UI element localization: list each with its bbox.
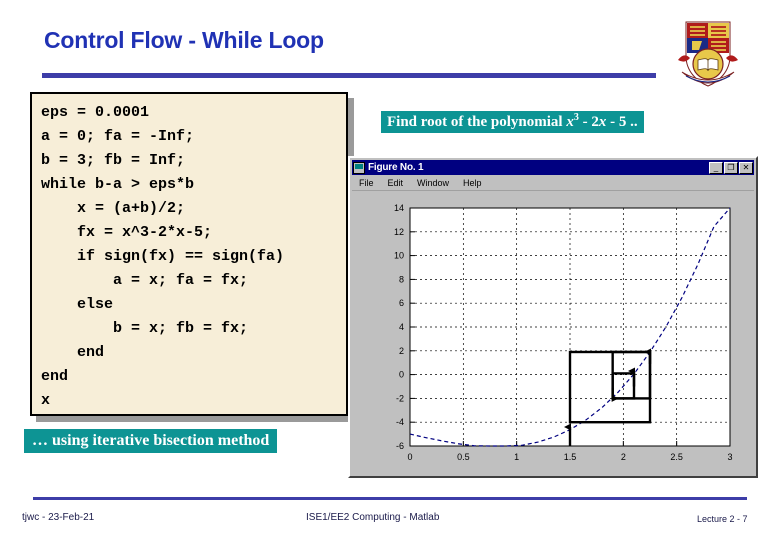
title-divider xyxy=(42,73,656,78)
figure-menubar: File Edit Window Help xyxy=(352,176,754,191)
page-title: Control Flow - While Loop xyxy=(44,27,324,53)
crest-svg xyxy=(678,21,738,87)
imperial-college-crest-logo xyxy=(672,16,744,94)
svg-text:4: 4 xyxy=(399,322,404,332)
footer-divider xyxy=(33,497,747,500)
svg-text:1.5: 1.5 xyxy=(564,452,577,462)
svg-text:0.5: 0.5 xyxy=(457,452,470,462)
svg-text:-6: -6 xyxy=(396,441,404,451)
svg-text:6: 6 xyxy=(399,298,404,308)
callout-bisection: … using iterative bisection method xyxy=(24,429,278,453)
svg-text:12: 12 xyxy=(394,227,404,237)
svg-text:14: 14 xyxy=(394,203,404,213)
figure-titlebar[interactable]: Figure No. 1 _ ❐ ✕ xyxy=(352,160,754,175)
svg-text:10: 10 xyxy=(394,251,404,261)
x-axis-tick-labels: 0 0.5 1 1.5 2 2.5 3 xyxy=(407,452,732,462)
callout-polynomial-var1: x xyxy=(566,114,574,130)
footer-lecture: Lecture 2 - 7 xyxy=(697,514,748,524)
svg-text:-4: -4 xyxy=(396,417,404,427)
menu-item-edit[interactable]: Edit xyxy=(381,178,411,188)
svg-text:0: 0 xyxy=(399,370,404,380)
matlab-figure-window[interactable]: Figure No. 1 _ ❐ ✕ File Edit Window Help… xyxy=(348,156,758,478)
matlab-figure-icon xyxy=(353,161,365,174)
minimize-button[interactable]: _ xyxy=(709,161,723,174)
menu-item-window[interactable]: Window xyxy=(410,178,456,188)
callout-polynomial: Find root of the polynomial x3 - 2x - 5 … xyxy=(381,111,644,133)
menu-item-file[interactable]: File xyxy=(352,178,381,188)
svg-text:-2: -2 xyxy=(396,393,404,403)
bisection-plot: 14 12 10 8 6 4 2 0 -2 -4 -6 0 0.5 1 1.5 2 2.5 3 xyxy=(394,203,733,462)
callout-polynomial-suffix: - 5 .. xyxy=(606,114,638,130)
svg-text:3: 3 xyxy=(727,452,732,462)
y-axis-tick-labels: 14 12 10 8 6 4 2 0 -2 -4 -6 xyxy=(394,203,404,451)
menu-item-help[interactable]: Help xyxy=(456,178,489,188)
callout-polynomial-mid: - 2 xyxy=(578,114,599,130)
callout-polynomial-prefix: Find root of the polynomial xyxy=(387,114,567,130)
close-button[interactable]: ✕ xyxy=(739,161,753,174)
svg-text:2: 2 xyxy=(621,452,626,462)
svg-text:2: 2 xyxy=(399,346,404,356)
matlab-code-text: eps = 0.0001 a = 0; fa = -Inf; b = 3; fb… xyxy=(41,104,285,409)
maximize-button[interactable]: ❐ xyxy=(724,161,738,174)
svg-text:1: 1 xyxy=(514,452,519,462)
code-block: eps = 0.0001 a = 0; fa = -Inf; b = 3; fb… xyxy=(30,92,348,416)
figure-plot-area: 14 12 10 8 6 4 2 0 -2 -4 -6 0 0.5 1 1.5 2 2.5 3 xyxy=(352,192,754,474)
footer-course: ISE1/EE2 Computing - Matlab xyxy=(306,512,440,523)
svg-text:2.5: 2.5 xyxy=(670,452,683,462)
svg-text:0: 0 xyxy=(407,452,412,462)
svg-text:8: 8 xyxy=(399,274,404,284)
figure-title-label: Figure No. 1 xyxy=(368,162,424,173)
footer-author: tjwc - 23-Feb-21 xyxy=(22,512,95,523)
